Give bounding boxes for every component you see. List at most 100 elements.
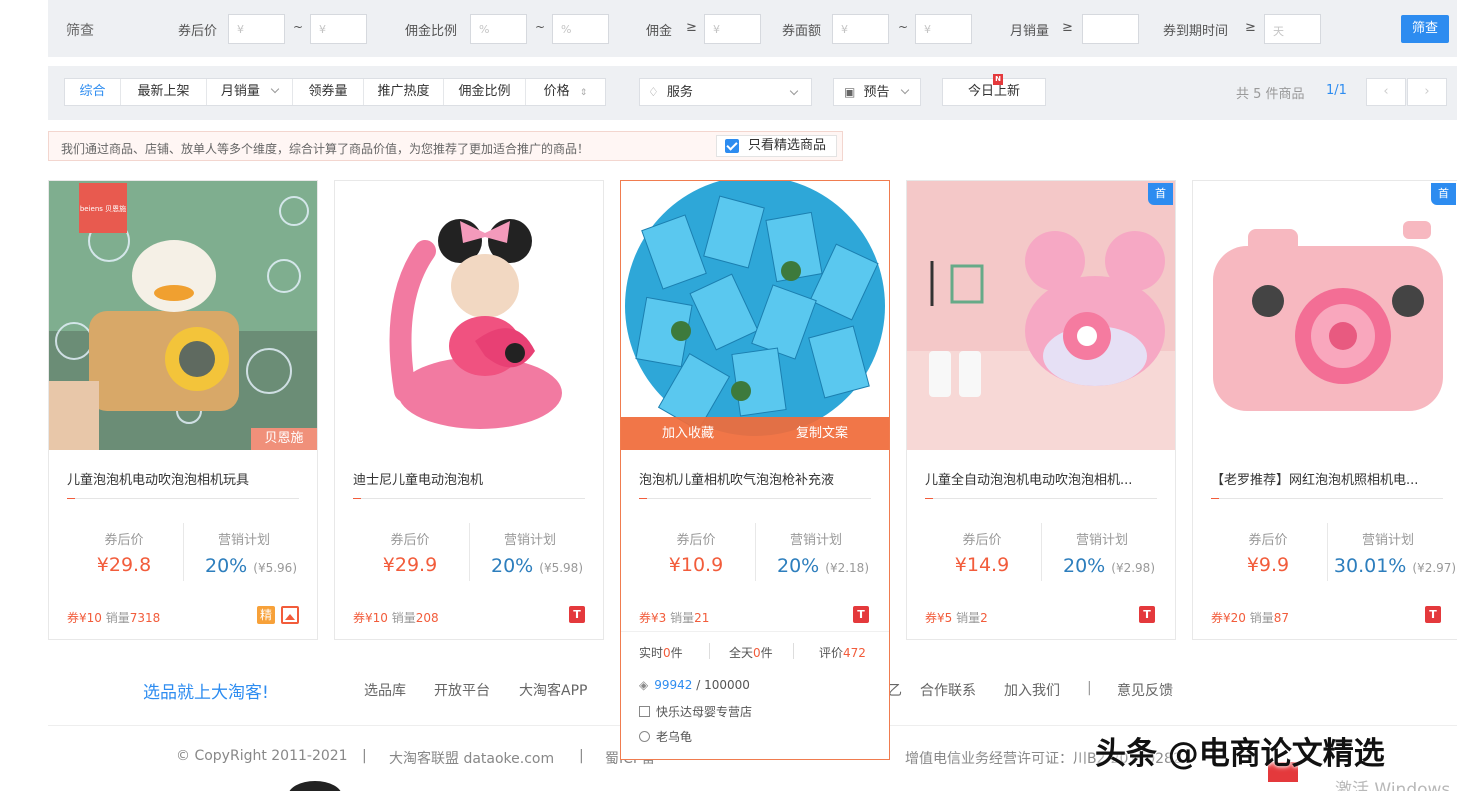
product-name[interactable]: 儿童全自动泡泡机电动吹泡泡相机... (925, 469, 1157, 488)
product-name[interactable]: 儿童泡泡机电动吹泡泡相机玩具 (67, 469, 299, 488)
footer-link-join-us[interactable]: 加入我们 (1004, 680, 1060, 700)
union-text[interactable]: 大淘客联盟 dataoke.com (389, 748, 554, 768)
product-card[interactable]: 首 儿童全自动泡泡机电动吹泡泡相机... 券后价 ¥14.9 营销计划 20% … (906, 180, 1176, 640)
checkbox-checked-icon (725, 139, 739, 153)
coupon-amount-label: 券面额 (782, 24, 822, 39)
after-coupon-min-input[interactable]: ¥ (228, 14, 285, 44)
shop-row[interactable]: 快乐达母婴专营店 (639, 703, 752, 720)
sort-tab-monthly-sales[interactable]: 月销量 (207, 79, 293, 105)
divider (67, 498, 299, 499)
divider (1211, 498, 1443, 499)
page-indicator: 1/1 (1326, 83, 1347, 98)
sales-label: 销量 (956, 611, 981, 625)
new-badge: N (993, 74, 1003, 85)
commission-rate-max-input[interactable]: % (552, 14, 609, 44)
product-card[interactable]: 首 【老罗推荐】网红泡泡机照相机电... 券后价 ¥9.9 营销计划 30.01… (1192, 180, 1457, 640)
commission-rate: 20% (¥2.98) (1043, 555, 1175, 577)
unit-label: 件 (760, 646, 773, 660)
after-coupon-max-input[interactable]: ¥ (310, 14, 367, 44)
recommend-notice: 我们通过商品、店铺、放单人等多个维度，综合计算了商品价值，为您推荐了更加适合推广… (48, 131, 843, 161)
shop-icon (639, 706, 650, 717)
product-image[interactable] (335, 181, 603, 450)
unit-label: 件 (670, 646, 683, 660)
footer-link-partial[interactable]: 乙 (888, 680, 902, 700)
featured-only-checkbox[interactable]: 只看精选商品 (716, 135, 837, 157)
marketing-plan-label: 营销计划 (503, 533, 556, 548)
sort-tab-coupon-claims[interactable]: 领券量 (293, 79, 364, 105)
commission-rate-value: 30.01% (1333, 555, 1407, 577)
filter-submit-button[interactable]: 筛查 (1401, 15, 1449, 43)
footer-separator: | (362, 748, 367, 764)
after-coupon-price-label: 券后价 (178, 24, 218, 39)
footer-link-feedback[interactable]: 意见反馈 (1117, 680, 1173, 700)
divider (621, 631, 889, 632)
commission-rate-min-input[interactable]: % (470, 14, 527, 44)
commission-amount: (¥2.98) (1111, 561, 1155, 575)
preview-dropdown[interactable]: ▣ 预告 (833, 78, 921, 106)
copyright-text: © CopyRight 2011-2021 (176, 748, 348, 764)
add-favorite-button[interactable]: 加入收藏 (621, 417, 755, 450)
footer-link-open-platform[interactable]: 开放平台 (434, 680, 490, 700)
coupon-amount-min-input[interactable]: ¥ (832, 14, 889, 44)
divider (1041, 523, 1042, 581)
review-value: 472 (843, 646, 866, 660)
product-name[interactable]: 【老罗推荐】网红泡泡机照相机电... (1211, 469, 1443, 488)
reviews: 评价472 (819, 644, 866, 661)
sort-tab-newest[interactable]: 最新上架 (121, 79, 207, 105)
sales-value: 7318 (129, 611, 161, 625)
image-icon[interactable] (281, 606, 299, 624)
commission-label: 佣金 (646, 24, 673, 39)
divider (925, 498, 1157, 499)
first-order-badge: 首 (1148, 183, 1173, 205)
shield-icon: ♢ (648, 85, 659, 99)
product-image[interactable]: 加入收藏 复制文案 (621, 181, 889, 450)
tmall-icon: T (853, 606, 869, 623)
sort-arrows-icon: ⇕ (579, 88, 588, 98)
commission-rate: 20% (¥2.18) (757, 555, 889, 577)
allday-label: 全天 (729, 646, 754, 660)
footer-separator: | (1087, 680, 1092, 696)
footer-link-app[interactable]: 大淘客APP (519, 680, 587, 700)
avatar (288, 781, 342, 791)
after-coupon-label: 券后价 (962, 533, 1002, 548)
product-name[interactable]: 迪士尼儿童电动泡泡机 (353, 469, 585, 488)
watermark-text: 头条 @电商论文精选 (1095, 736, 1385, 772)
sales-label: 销量 (391, 611, 416, 625)
product-price: ¥29.9 (382, 554, 438, 576)
next-page-button[interactable]: › (1407, 78, 1447, 106)
sort-tab-popularity[interactable]: 推广热度 (364, 79, 444, 105)
product-image[interactable]: beiens 贝恩施 贝恩施 (49, 181, 317, 450)
coupon-value: 券¥10 (67, 611, 102, 625)
divider (639, 498, 871, 499)
sort-tab-comprehensive[interactable]: 综合 (65, 79, 121, 105)
footer-link-library[interactable]: 选品库 (364, 680, 406, 700)
copy-text-button[interactable]: 复制文案 (755, 417, 889, 450)
footer-link-cooperation[interactable]: 合作联系 (920, 680, 976, 700)
coupon-expire-input[interactable]: 天 (1264, 14, 1321, 44)
footer-slogan[interactable]: 选品就上大淘客! (143, 678, 269, 703)
product-image[interactable]: 首 (907, 181, 1175, 450)
service-dropdown[interactable]: ♢ 服务 (639, 78, 812, 106)
product-card[interactable]: 迪士尼儿童电动泡泡机 券后价 ¥29.9 营销计划 20% (¥5.98) 券¥… (334, 180, 604, 640)
tag-icon: ◈ (639, 678, 649, 692)
product-card[interactable]: beiens 贝恩施 贝恩施 儿童泡泡机电动吹泡泡相机玩具 券后价 ¥29.8 … (48, 180, 318, 640)
coupon-value: 券¥3 (639, 611, 667, 625)
divider (183, 523, 184, 581)
commission-min-input[interactable]: ¥ (704, 14, 761, 44)
seller-row[interactable]: 老乌龟 (639, 728, 692, 745)
prev-page-button[interactable]: ‹ (1366, 78, 1406, 106)
gte-sign: ≥ (1062, 20, 1073, 35)
gte-sign: ≥ (1245, 20, 1256, 35)
monthly-sales-input[interactable] (1082, 14, 1139, 44)
shop-name: 快乐达母婴专营店 (656, 705, 753, 719)
commission-amount: (¥2.97) (1412, 561, 1457, 575)
product-name[interactable]: 泡泡机儿童相机吹气泡泡枪补充液 (639, 469, 871, 488)
product-card-highlighted[interactable]: 加入收藏 复制文案 泡泡机儿童相机吹气泡泡枪补充液 券后价 ¥10.9 营销计划… (620, 180, 890, 760)
brand-tag: 贝恩施 (251, 428, 317, 450)
sort-tab-commission-rate[interactable]: 佣金比例 (444, 79, 526, 105)
sort-tab-price[interactable]: 价格 ⇕ (526, 79, 605, 105)
chevron-down-icon (270, 84, 280, 94)
product-image[interactable]: 首 (1193, 181, 1457, 450)
sales-label: 销量 (105, 611, 130, 625)
coupon-amount-max-input[interactable]: ¥ (915, 14, 972, 44)
